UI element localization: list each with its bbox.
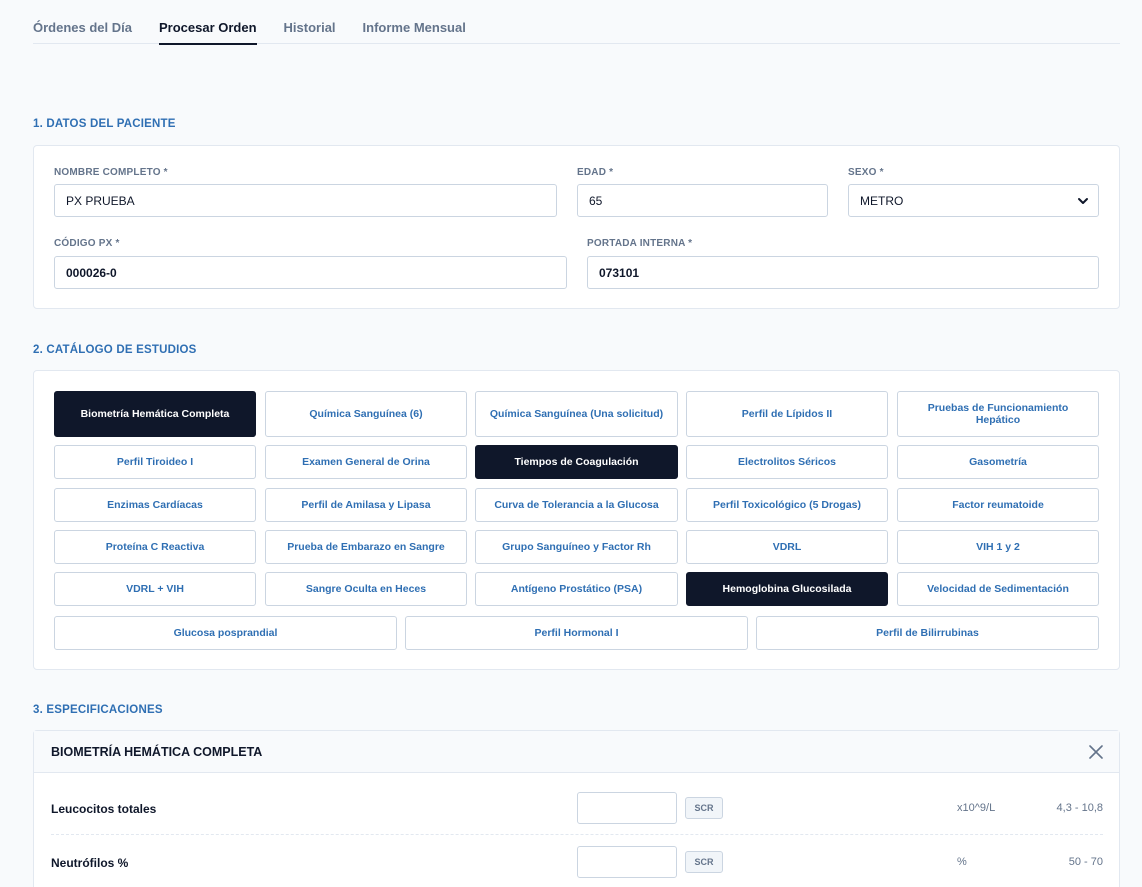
study-button[interactable]: Pruebas de Funcionamiento Hepático xyxy=(897,391,1099,437)
scr-button[interactable]: SCR xyxy=(685,797,723,819)
param-range: 4,3 - 10,8 xyxy=(1056,802,1103,814)
sex-select[interactable]: METRO xyxy=(848,184,1099,217)
tab-bar: Órdenes del Día Procesar Orden Historial… xyxy=(33,0,1120,45)
specs-card: BIOMETRÍA HEMÁTICA COMPLETA Leucocitos t… xyxy=(33,730,1120,887)
code-input[interactable] xyxy=(54,256,567,289)
tab-informe-mensual[interactable]: Informe Mensual xyxy=(363,0,466,44)
cover-input[interactable] xyxy=(587,256,1099,289)
param-unit: x10^9/L xyxy=(957,802,996,814)
param-value-input[interactable] xyxy=(577,792,677,824)
name-label: NOMBRE COMPLETO * xyxy=(54,167,168,178)
study-button[interactable]: Grupo Sanguíneo y Factor Rh xyxy=(475,530,678,564)
study-button[interactable]: Curva de Tolerancia a la Glucosa xyxy=(475,488,678,522)
param-row: Neutrófilos % SCR % 50 - 70 xyxy=(51,835,1103,887)
study-button[interactable]: Sangre Oculta en Heces xyxy=(265,572,467,606)
study-button[interactable]: VIH 1 y 2 xyxy=(897,530,1099,564)
param-name: Leucocitos totales xyxy=(51,802,157,816)
sex-label: SEXO * xyxy=(848,167,884,178)
chevron-down-icon xyxy=(1078,198,1088,204)
study-button[interactable]: Hemoglobina Glucosilada xyxy=(686,572,888,606)
name-input[interactable] xyxy=(54,184,557,217)
age-input[interactable] xyxy=(577,184,828,217)
spec-panel-header: BIOMETRÍA HEMÁTICA COMPLETA xyxy=(34,731,1119,773)
study-button[interactable]: Glucosa posprandial xyxy=(54,616,397,650)
study-button[interactable]: Perfil Tiroideo I xyxy=(54,445,256,479)
study-button[interactable]: Examen General de Orina xyxy=(265,445,467,479)
catalog-card: Biometría Hemática Completa Química Sang… xyxy=(33,370,1120,670)
study-button[interactable]: Perfil de Amilasa y Lipasa xyxy=(265,488,467,522)
study-button[interactable]: Enzimas Cardíacas xyxy=(54,488,256,522)
study-button[interactable]: Proteína C Reactiva xyxy=(54,530,256,564)
tab-procesar-orden[interactable]: Procesar Orden xyxy=(158,0,257,45)
study-button[interactable]: VDRL + VIH xyxy=(54,572,256,606)
study-button[interactable]: Gasometría xyxy=(897,445,1099,479)
study-button[interactable]: Electrolitos Séricos xyxy=(686,445,888,479)
tab-historial[interactable]: Historial xyxy=(284,0,336,44)
close-icon[interactable] xyxy=(1089,745,1103,759)
patient-card: NOMBRE COMPLETO * EDAD * SEXO * METRO CÓ… xyxy=(33,145,1120,309)
study-button[interactable]: Factor reumatoide xyxy=(897,488,1099,522)
study-button[interactable]: Antígeno Prostático (PSA) xyxy=(475,572,678,606)
code-label: CÓDIGO PX * xyxy=(54,238,120,249)
study-button[interactable]: Velocidad de Sedimentación xyxy=(897,572,1099,606)
patient-section-title: 1. DATOS DEL PACIENTE xyxy=(33,118,176,130)
scr-button[interactable]: SCR xyxy=(685,851,723,873)
param-value-input[interactable] xyxy=(577,846,677,878)
age-label: EDAD * xyxy=(577,167,614,178)
study-button[interactable]: Perfil de Bilirrubinas xyxy=(756,616,1099,650)
study-button[interactable]: Perfil de Lípidos II xyxy=(686,391,888,437)
study-button[interactable]: Perfil Hormonal I xyxy=(405,616,748,650)
study-button[interactable]: Tiempos de Coagulación xyxy=(475,445,678,479)
tab-ordenes-del-dia[interactable]: Órdenes del Día xyxy=(33,0,132,44)
param-unit: % xyxy=(957,856,967,868)
catalog-section-title: 2. CATÁLOGO DE ESTUDIOS xyxy=(33,344,197,356)
study-button[interactable]: Perfil Toxicológico (5 Drogas) xyxy=(686,488,888,522)
study-button[interactable]: Química Sanguínea (6) xyxy=(265,391,467,437)
study-button[interactable]: Química Sanguínea (Una solicitud) xyxy=(475,391,678,437)
study-button[interactable]: Biometría Hemática Completa xyxy=(54,391,256,437)
cover-label: PORTADA INTERNA * xyxy=(587,238,693,249)
param-row: Leucocitos totales SCR x10^9/L 4,3 - 10,… xyxy=(51,781,1103,835)
study-button[interactable]: VDRL xyxy=(686,530,888,564)
param-name: Neutrófilos % xyxy=(51,856,129,870)
param-range: 50 - 70 xyxy=(1068,856,1103,868)
study-button[interactable]: Prueba de Embarazo en Sangre xyxy=(265,530,467,564)
sex-select-wrapper[interactable]: METRO xyxy=(848,184,1099,217)
spec-panel-title: BIOMETRÍA HEMÁTICA COMPLETA xyxy=(51,745,263,759)
specs-section-title: 3. ESPECIFICACIONES xyxy=(33,704,163,716)
